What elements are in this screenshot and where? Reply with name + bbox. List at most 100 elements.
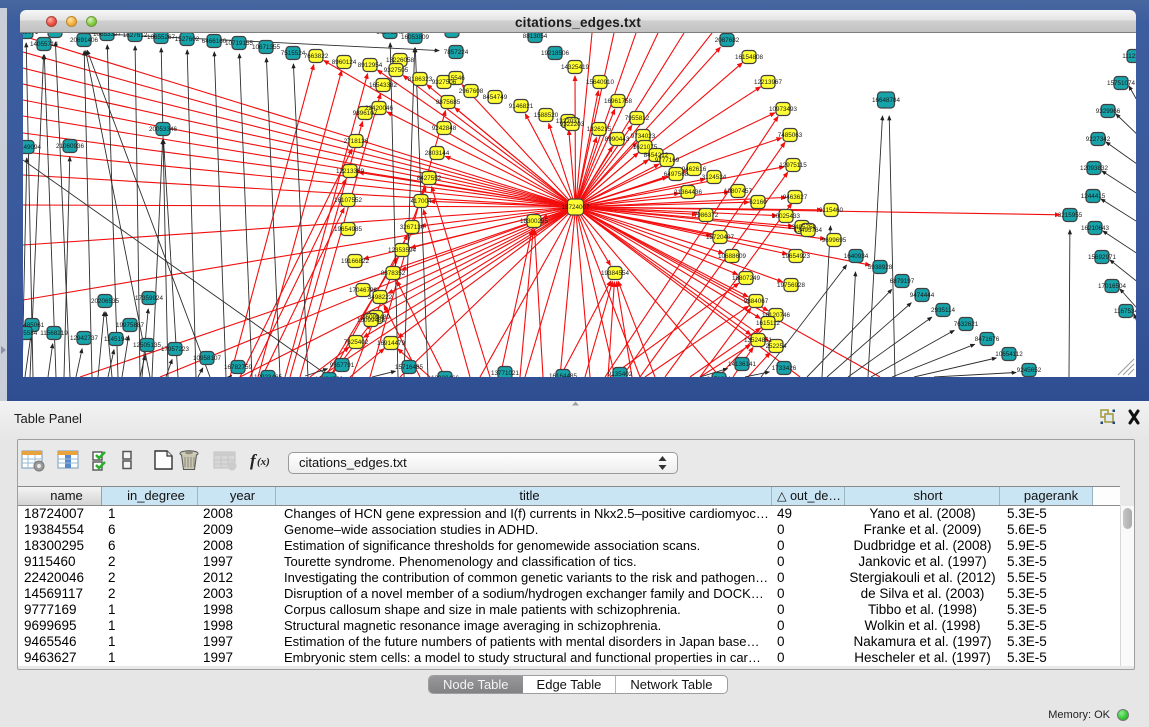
- svg-text:15640910: 15640910: [586, 79, 615, 86]
- svg-text:7485063: 7485063: [778, 132, 803, 139]
- svg-text:18724007: 18724007: [561, 204, 590, 211]
- svg-text:1733426: 1733426: [772, 365, 797, 372]
- svg-text:2087682: 2087682: [715, 37, 740, 44]
- svg-text:17046798: 17046798: [349, 287, 378, 294]
- svg-text:(x): (x): [257, 456, 270, 468]
- svg-text:8471676: 8471676: [975, 336, 1000, 343]
- svg-text:19654985: 19654985: [334, 226, 363, 233]
- svg-text:6466160: 6466160: [202, 38, 227, 45]
- svg-text:10807457: 10807457: [724, 188, 753, 195]
- svg-text:16099488: 16099488: [357, 317, 386, 324]
- svg-text:16648784: 16648784: [872, 97, 901, 104]
- svg-text:9474444: 9474444: [910, 292, 935, 299]
- svg-text:16154808: 16154808: [735, 54, 764, 61]
- svg-text:16053809: 16053809: [401, 34, 430, 41]
- svg-text:3915584: 3915584: [23, 330, 38, 337]
- svg-text:1167534: 1167534: [1114, 308, 1136, 315]
- svg-text:7857224: 7857224: [444, 49, 469, 56]
- svg-text:7632621: 7632621: [954, 321, 979, 328]
- svg-text:12505135: 12505135: [133, 342, 162, 349]
- svg-text:9146821: 9146821: [509, 103, 534, 110]
- svg-text:15720407: 15720407: [706, 234, 735, 241]
- svg-text:9135402: 9135402: [608, 371, 633, 377]
- svg-text:12923466: 12923466: [431, 375, 460, 377]
- svg-text:8813054: 8813054: [523, 33, 548, 40]
- svg-text:9657791: 9657791: [330, 362, 355, 369]
- svg-text:16164485: 16164485: [549, 373, 578, 377]
- svg-text:13226058: 13226058: [386, 57, 415, 64]
- svg-text:22420046: 22420046: [365, 105, 394, 112]
- svg-text:8912051: 8912051: [440, 33, 465, 35]
- svg-text:10654112: 10654112: [995, 351, 1023, 358]
- svg-text:19756928: 19756928: [777, 282, 806, 289]
- svg-text:16782759: 16782759: [224, 364, 253, 371]
- svg-text:7663822: 7663822: [304, 53, 329, 60]
- svg-text:17359924: 17359924: [135, 295, 164, 302]
- svg-text:8960124: 8960124: [332, 59, 357, 66]
- svg-text:12923465: 12923465: [254, 374, 283, 377]
- svg-text:3498222: 3498222: [368, 294, 393, 301]
- svg-text:9365071: 9365071: [23, 33, 39, 36]
- svg-text:2967608: 2967608: [459, 88, 484, 95]
- svg-text:10958107: 10958107: [193, 355, 222, 362]
- svg-text:7955812: 7955812: [625, 115, 650, 122]
- svg-text:1615112: 1615112: [756, 320, 781, 327]
- svg-text:12353594: 12353594: [388, 247, 417, 254]
- svg-text:15149094: 15149094: [23, 144, 41, 151]
- svg-text:19218506: 19218506: [541, 50, 570, 57]
- svg-text:417004: 417004: [410, 198, 432, 205]
- svg-text:15716485: 15716485: [395, 364, 424, 371]
- svg-text:12213369: 12213369: [336, 168, 365, 175]
- svg-text:16543382: 16543382: [369, 82, 398, 89]
- svg-text:10671355: 10671355: [252, 44, 281, 51]
- svg-text:10973493: 10973493: [769, 106, 798, 113]
- svg-text:12975115: 12975115: [779, 162, 807, 169]
- svg-text:9322203: 9322203: [560, 121, 585, 128]
- svg-text:16120746: 16120746: [762, 312, 791, 319]
- svg-text:19975887: 19975887: [116, 322, 145, 329]
- svg-text:9699695: 9699695: [822, 237, 847, 244]
- svg-text:19384554: 19384554: [601, 270, 630, 277]
- svg-text:12942737: 12942737: [70, 335, 99, 342]
- svg-text:10719155: 10719155: [225, 40, 254, 47]
- svg-text:21364436: 21364436: [674, 189, 703, 196]
- svg-text:1145194: 1145194: [104, 336, 129, 343]
- svg-text:8471231: 8471231: [707, 376, 732, 377]
- svg-text:12213967: 12213967: [754, 79, 783, 86]
- svg-text:9115460: 9115460: [819, 207, 844, 214]
- svg-text:16914479: 16914479: [377, 340, 406, 347]
- svg-text:17016504: 17016504: [1098, 283, 1127, 290]
- svg-text:9242848: 9242848: [432, 125, 457, 132]
- svg-text:14136141: 14136141: [728, 361, 757, 368]
- svg-text:1112205: 1112205: [1122, 53, 1136, 60]
- svg-text:15692971: 15692971: [1088, 254, 1117, 261]
- svg-text:7986372: 7986372: [694, 212, 719, 219]
- svg-text:14055714: 14055714: [30, 41, 59, 48]
- svg-text:9884067: 9884067: [744, 298, 769, 305]
- svg-text:19166822: 19166822: [341, 258, 370, 265]
- svg-text:10025433: 10025433: [772, 213, 801, 220]
- svg-text:2935114: 2935114: [931, 307, 956, 314]
- svg-text:9875685: 9875685: [436, 99, 461, 106]
- svg-text:9329966: 9329966: [1096, 108, 1121, 115]
- svg-text:20691406: 20691406: [70, 37, 99, 44]
- svg-text:8912954: 8912954: [358, 62, 383, 69]
- svg-text:21060936: 21060936: [56, 143, 85, 150]
- svg-text:10688609: 10688609: [718, 253, 747, 260]
- svg-text:6879197: 6879197: [890, 278, 915, 285]
- svg-text:9227342: 9227342: [1086, 136, 1111, 143]
- svg-text:8250441: 8250441: [43, 33, 68, 35]
- svg-text:2718126: 2718126: [344, 138, 369, 145]
- svg-text:15751074: 15751074: [1107, 80, 1136, 87]
- svg-text:1326215: 1326215: [587, 126, 612, 133]
- svg-text:18807249: 18807249: [732, 275, 761, 282]
- svg-text:16107552: 16107552: [334, 197, 363, 204]
- svg-text:9777169: 9777169: [655, 157, 680, 164]
- svg-text:1527602: 1527602: [175, 36, 200, 43]
- svg-text:16961758: 16961758: [604, 98, 633, 105]
- svg-text:3124534: 3124534: [702, 174, 727, 181]
- svg-text:15546: 15546: [447, 75, 465, 82]
- svg-text:252254: 252254: [765, 343, 787, 350]
- svg-text:62160: 62160: [749, 199, 767, 206]
- svg-text:1621075: 1621075: [633, 144, 658, 151]
